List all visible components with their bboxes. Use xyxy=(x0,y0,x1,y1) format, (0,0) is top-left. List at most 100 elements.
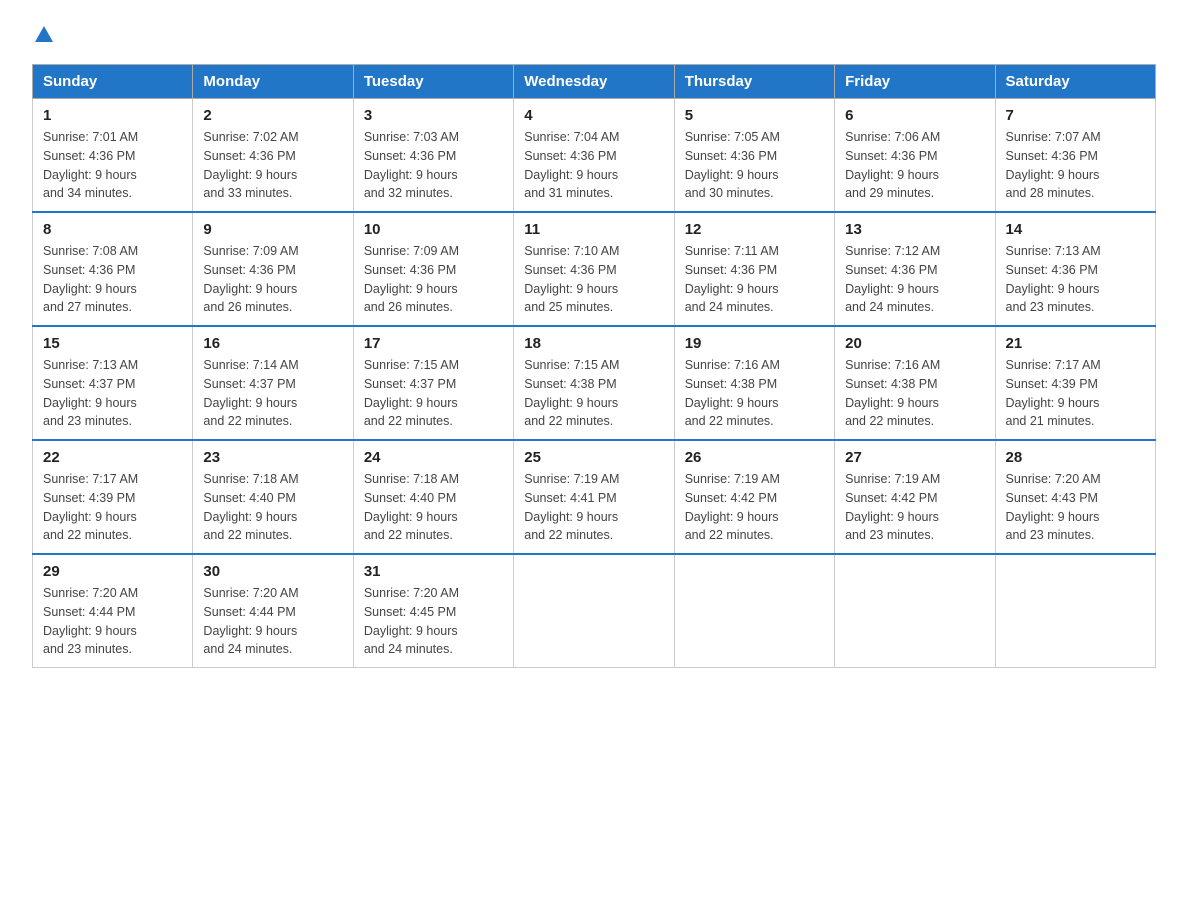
calendar-cell: 6 Sunrise: 7:06 AM Sunset: 4:36 PM Dayli… xyxy=(835,99,995,213)
calendar-cell: 21 Sunrise: 7:17 AM Sunset: 4:39 PM Dayl… xyxy=(995,326,1155,440)
calendar-cell: 4 Sunrise: 7:04 AM Sunset: 4:36 PM Dayli… xyxy=(514,99,674,213)
weekday-header-tuesday: Tuesday xyxy=(353,65,513,99)
day-number: 20 xyxy=(845,335,984,352)
calendar-cell xyxy=(835,554,995,668)
day-info: Sunrise: 7:13 AM Sunset: 4:36 PM Dayligh… xyxy=(1006,242,1145,317)
calendar-cell: 9 Sunrise: 7:09 AM Sunset: 4:36 PM Dayli… xyxy=(193,212,353,326)
day-info: Sunrise: 7:06 AM Sunset: 4:36 PM Dayligh… xyxy=(845,128,984,203)
calendar-cell: 17 Sunrise: 7:15 AM Sunset: 4:37 PM Dayl… xyxy=(353,326,513,440)
logo xyxy=(32,24,56,46)
calendar-cell xyxy=(674,554,834,668)
day-number: 5 xyxy=(685,107,824,124)
calendar-cell: 10 Sunrise: 7:09 AM Sunset: 4:36 PM Dayl… xyxy=(353,212,513,326)
day-info: Sunrise: 7:07 AM Sunset: 4:36 PM Dayligh… xyxy=(1006,128,1145,203)
day-info: Sunrise: 7:09 AM Sunset: 4:36 PM Dayligh… xyxy=(364,242,503,317)
weekday-header-friday: Friday xyxy=(835,65,995,99)
day-number: 19 xyxy=(685,335,824,352)
day-number: 3 xyxy=(364,107,503,124)
weekday-header-saturday: Saturday xyxy=(995,65,1155,99)
day-number: 26 xyxy=(685,449,824,466)
calendar-table: SundayMondayTuesdayWednesdayThursdayFrid… xyxy=(32,64,1156,668)
day-number: 2 xyxy=(203,107,342,124)
calendar-cell: 20 Sunrise: 7:16 AM Sunset: 4:38 PM Dayl… xyxy=(835,326,995,440)
day-info: Sunrise: 7:10 AM Sunset: 4:36 PM Dayligh… xyxy=(524,242,663,317)
day-number: 15 xyxy=(43,335,182,352)
day-info: Sunrise: 7:03 AM Sunset: 4:36 PM Dayligh… xyxy=(364,128,503,203)
day-info: Sunrise: 7:11 AM Sunset: 4:36 PM Dayligh… xyxy=(685,242,824,317)
day-info: Sunrise: 7:09 AM Sunset: 4:36 PM Dayligh… xyxy=(203,242,342,317)
calendar-week-row: 22 Sunrise: 7:17 AM Sunset: 4:39 PM Dayl… xyxy=(33,440,1156,554)
day-number: 12 xyxy=(685,221,824,238)
day-number: 31 xyxy=(364,563,503,580)
calendar-cell: 15 Sunrise: 7:13 AM Sunset: 4:37 PM Dayl… xyxy=(33,326,193,440)
day-info: Sunrise: 7:04 AM Sunset: 4:36 PM Dayligh… xyxy=(524,128,663,203)
day-info: Sunrise: 7:18 AM Sunset: 4:40 PM Dayligh… xyxy=(203,470,342,545)
calendar-week-row: 15 Sunrise: 7:13 AM Sunset: 4:37 PM Dayl… xyxy=(33,326,1156,440)
day-info: Sunrise: 7:13 AM Sunset: 4:37 PM Dayligh… xyxy=(43,356,182,431)
day-info: Sunrise: 7:12 AM Sunset: 4:36 PM Dayligh… xyxy=(845,242,984,317)
day-number: 18 xyxy=(524,335,663,352)
day-number: 23 xyxy=(203,449,342,466)
weekday-header-thursday: Thursday xyxy=(674,65,834,99)
day-number: 11 xyxy=(524,221,663,238)
day-info: Sunrise: 7:14 AM Sunset: 4:37 PM Dayligh… xyxy=(203,356,342,431)
day-info: Sunrise: 7:19 AM Sunset: 4:42 PM Dayligh… xyxy=(845,470,984,545)
calendar-cell: 13 Sunrise: 7:12 AM Sunset: 4:36 PM Dayl… xyxy=(835,212,995,326)
calendar-cell: 11 Sunrise: 7:10 AM Sunset: 4:36 PM Dayl… xyxy=(514,212,674,326)
calendar-cell: 24 Sunrise: 7:18 AM Sunset: 4:40 PM Dayl… xyxy=(353,440,513,554)
day-info: Sunrise: 7:16 AM Sunset: 4:38 PM Dayligh… xyxy=(685,356,824,431)
day-number: 25 xyxy=(524,449,663,466)
calendar-week-row: 8 Sunrise: 7:08 AM Sunset: 4:36 PM Dayli… xyxy=(33,212,1156,326)
calendar-cell: 18 Sunrise: 7:15 AM Sunset: 4:38 PM Dayl… xyxy=(514,326,674,440)
calendar-cell: 7 Sunrise: 7:07 AM Sunset: 4:36 PM Dayli… xyxy=(995,99,1155,213)
calendar-cell: 19 Sunrise: 7:16 AM Sunset: 4:38 PM Dayl… xyxy=(674,326,834,440)
day-number: 17 xyxy=(364,335,503,352)
day-info: Sunrise: 7:17 AM Sunset: 4:39 PM Dayligh… xyxy=(43,470,182,545)
day-info: Sunrise: 7:15 AM Sunset: 4:37 PM Dayligh… xyxy=(364,356,503,431)
day-info: Sunrise: 7:20 AM Sunset: 4:45 PM Dayligh… xyxy=(364,584,503,659)
calendar-cell: 30 Sunrise: 7:20 AM Sunset: 4:44 PM Dayl… xyxy=(193,554,353,668)
day-number: 6 xyxy=(845,107,984,124)
day-info: Sunrise: 7:17 AM Sunset: 4:39 PM Dayligh… xyxy=(1006,356,1145,431)
calendar-week-row: 1 Sunrise: 7:01 AM Sunset: 4:36 PM Dayli… xyxy=(33,99,1156,213)
weekday-header-monday: Monday xyxy=(193,65,353,99)
calendar-cell: 29 Sunrise: 7:20 AM Sunset: 4:44 PM Dayl… xyxy=(33,554,193,668)
day-number: 13 xyxy=(845,221,984,238)
weekday-header-row: SundayMondayTuesdayWednesdayThursdayFrid… xyxy=(33,65,1156,99)
day-info: Sunrise: 7:15 AM Sunset: 4:38 PM Dayligh… xyxy=(524,356,663,431)
day-info: Sunrise: 7:02 AM Sunset: 4:36 PM Dayligh… xyxy=(203,128,342,203)
calendar-cell: 5 Sunrise: 7:05 AM Sunset: 4:36 PM Dayli… xyxy=(674,99,834,213)
day-info: Sunrise: 7:20 AM Sunset: 4:44 PM Dayligh… xyxy=(43,584,182,659)
day-number: 16 xyxy=(203,335,342,352)
calendar-cell: 23 Sunrise: 7:18 AM Sunset: 4:40 PM Dayl… xyxy=(193,440,353,554)
day-info: Sunrise: 7:20 AM Sunset: 4:44 PM Dayligh… xyxy=(203,584,342,659)
day-info: Sunrise: 7:05 AM Sunset: 4:36 PM Dayligh… xyxy=(685,128,824,203)
page-header xyxy=(32,24,1156,46)
day-info: Sunrise: 7:20 AM Sunset: 4:43 PM Dayligh… xyxy=(1006,470,1145,545)
calendar-week-row: 29 Sunrise: 7:20 AM Sunset: 4:44 PM Dayl… xyxy=(33,554,1156,668)
day-info: Sunrise: 7:08 AM Sunset: 4:36 PM Dayligh… xyxy=(43,242,182,317)
day-number: 4 xyxy=(524,107,663,124)
day-number: 29 xyxy=(43,563,182,580)
day-info: Sunrise: 7:01 AM Sunset: 4:36 PM Dayligh… xyxy=(43,128,182,203)
calendar-cell: 2 Sunrise: 7:02 AM Sunset: 4:36 PM Dayli… xyxy=(193,99,353,213)
calendar-cell xyxy=(514,554,674,668)
calendar-cell: 8 Sunrise: 7:08 AM Sunset: 4:36 PM Dayli… xyxy=(33,212,193,326)
weekday-header-wednesday: Wednesday xyxy=(514,65,674,99)
day-info: Sunrise: 7:19 AM Sunset: 4:41 PM Dayligh… xyxy=(524,470,663,545)
day-number: 28 xyxy=(1006,449,1145,466)
calendar-cell: 3 Sunrise: 7:03 AM Sunset: 4:36 PM Dayli… xyxy=(353,99,513,213)
calendar-body: 1 Sunrise: 7:01 AM Sunset: 4:36 PM Dayli… xyxy=(33,99,1156,668)
calendar-cell: 27 Sunrise: 7:19 AM Sunset: 4:42 PM Dayl… xyxy=(835,440,995,554)
day-number: 27 xyxy=(845,449,984,466)
calendar-cell: 26 Sunrise: 7:19 AM Sunset: 4:42 PM Dayl… xyxy=(674,440,834,554)
day-number: 30 xyxy=(203,563,342,580)
day-number: 8 xyxy=(43,221,182,238)
day-info: Sunrise: 7:19 AM Sunset: 4:42 PM Dayligh… xyxy=(685,470,824,545)
calendar-cell: 14 Sunrise: 7:13 AM Sunset: 4:36 PM Dayl… xyxy=(995,212,1155,326)
day-number: 24 xyxy=(364,449,503,466)
calendar-cell: 1 Sunrise: 7:01 AM Sunset: 4:36 PM Dayli… xyxy=(33,99,193,213)
weekday-header-sunday: Sunday xyxy=(33,65,193,99)
day-number: 21 xyxy=(1006,335,1145,352)
day-number: 7 xyxy=(1006,107,1145,124)
